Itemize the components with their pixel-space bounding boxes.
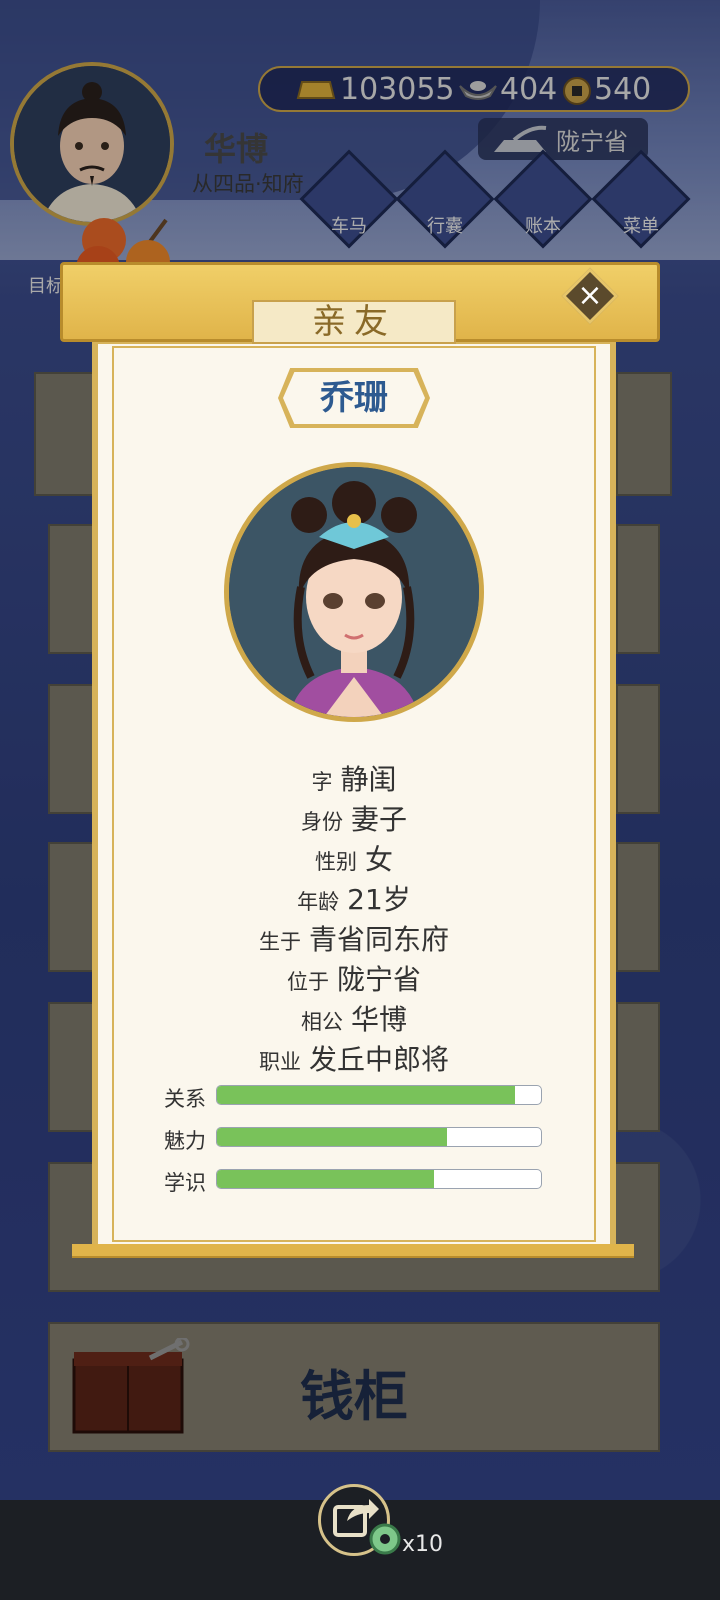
stat-fill-relationship — [217, 1086, 516, 1104]
relative-name: 乔珊 — [320, 378, 388, 418]
info-value: 发丘中郎将 — [308, 1043, 449, 1076]
info-value: 青省同东府 — [308, 923, 449, 956]
info-value: 华博 — [350, 1003, 407, 1036]
info-key: 年龄 — [297, 890, 340, 914]
info-value: 妻子 — [350, 803, 407, 836]
info-row-location: 位于 陇宁省 — [100, 958, 608, 998]
info-row-age: 年龄 21岁 — [100, 878, 608, 918]
info-row-courtesy-name: 字静闺 — [100, 758, 608, 798]
stat-label-learning: 学识 — [164, 1171, 206, 1195]
info-value: 女 — [364, 843, 393, 876]
stat-bar-relationship — [216, 1085, 542, 1105]
info-row-gender: 性别女 — [100, 838, 608, 878]
wife-portrait-icon — [229, 467, 479, 717]
info-value: 静闺 — [340, 763, 397, 796]
stat-label-charm: 魅力 — [164, 1129, 206, 1153]
close-icon[interactable]: × — [570, 274, 610, 318]
info-row-identity: 身份 妻子 — [100, 798, 608, 838]
relative-portrait — [224, 462, 484, 722]
info-key: 生于 — [258, 930, 301, 954]
stat-label-relationship: 关系 — [164, 1087, 206, 1111]
modal-title: 亲友 — [312, 302, 396, 342]
info-key: 相公 — [300, 1010, 343, 1034]
share-reward-count: x10 — [402, 1532, 444, 1557]
stat-bar-learning — [216, 1169, 542, 1189]
info-value: 21岁 — [347, 883, 411, 916]
info-key: 职业 — [258, 1050, 301, 1074]
info-key: 位于 — [286, 970, 329, 994]
stat-fill-charm — [217, 1128, 448, 1146]
stat-bar-charm — [216, 1127, 542, 1147]
jade-reward-icon — [369, 1523, 401, 1555]
info-value: 陇宁省 — [336, 963, 421, 996]
scroll-bottom-rod — [72, 1244, 634, 1258]
info-key: 身份 — [300, 810, 343, 834]
stat-fill-learning — [217, 1170, 435, 1188]
info-key: 性别 — [314, 850, 357, 874]
info-row-occupation: 职业 发丘中郎将 — [100, 1038, 608, 1078]
info-row-birthplace: 生于 青省同东府 — [100, 918, 608, 958]
info-key: 字 — [311, 770, 333, 794]
info-row-husband: 相公 华博 — [100, 998, 608, 1038]
